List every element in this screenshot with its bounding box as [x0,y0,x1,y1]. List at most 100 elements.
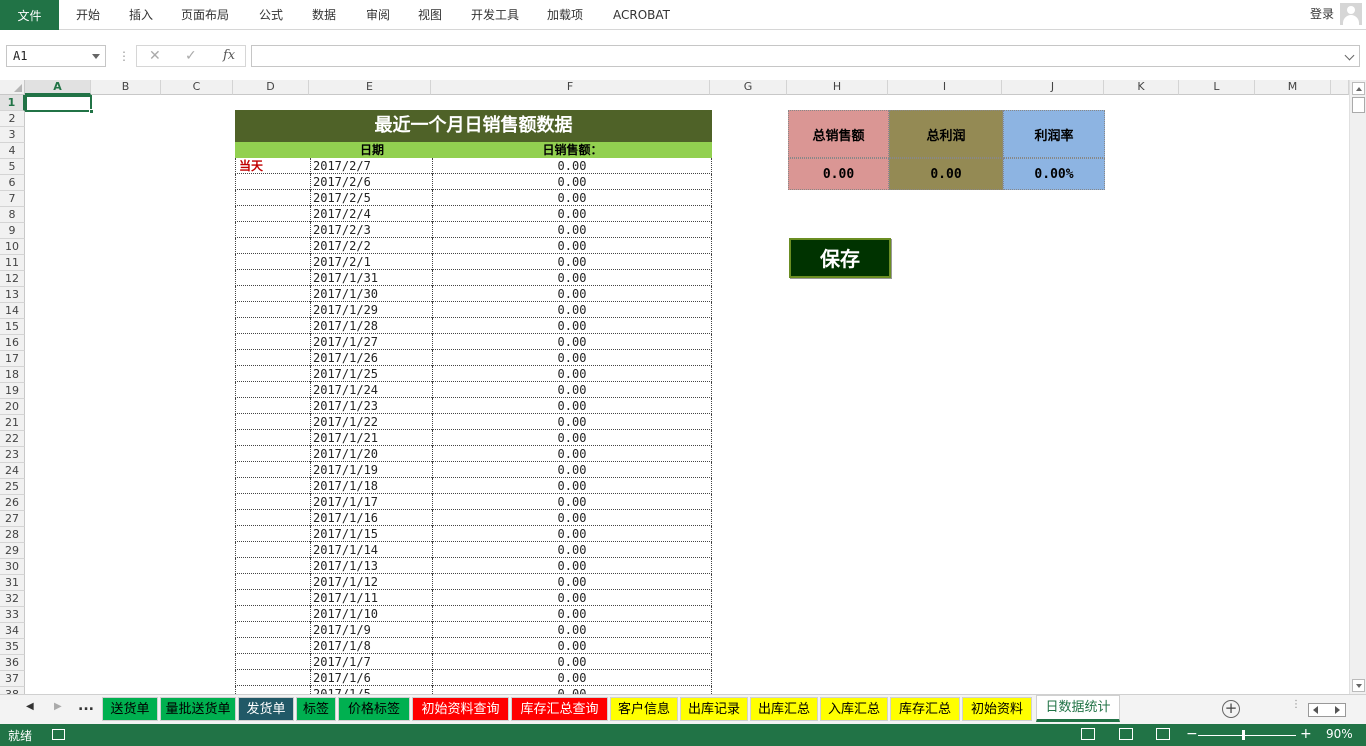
amount-cell[interactable]: 0.00 [433,382,712,398]
amount-cell[interactable]: 0.00 [433,302,712,318]
amount-cell[interactable]: 0.00 [433,526,712,542]
zoom-slider[interactable] [1198,735,1296,736]
amount-cell[interactable]: 0.00 [433,574,712,590]
row-header-11[interactable]: 11 [0,255,25,271]
amount-cell[interactable]: 0.00 [433,510,712,526]
row-header-5[interactable]: 5 [0,159,25,175]
date-cell[interactable]: 2017/1/24 [311,382,433,398]
date-cell[interactable]: 2017/1/27 [311,334,433,350]
amount-cell[interactable]: 0.00 [433,430,712,446]
select-all-corner[interactable] [0,80,25,95]
date-cell[interactable]: 2017/1/13 [311,558,433,574]
scroll-up-icon[interactable] [1352,82,1365,95]
add-sheet-icon[interactable]: + [1222,700,1240,718]
row-header-30[interactable]: 30 [0,559,25,575]
amount-cell[interactable]: 0.00 [433,622,712,638]
column-header-c[interactable]: C [161,80,233,95]
date-cell[interactable]: 2017/1/23 [311,398,433,414]
row-label-cell[interactable] [235,270,311,286]
row-header-9[interactable]: 9 [0,223,25,239]
row-header-16[interactable]: 16 [0,335,25,351]
date-cell[interactable]: 2017/1/11 [311,590,433,606]
avatar[interactable] [1340,3,1362,25]
row-header-28[interactable]: 28 [0,527,25,543]
sheet-tab[interactable]: 库存汇总查询 [511,697,608,721]
date-cell[interactable]: 2017/1/14 [311,542,433,558]
row-label-cell[interactable] [235,302,311,318]
amount-cell[interactable]: 0.00 [433,206,712,222]
row-label-cell[interactable] [235,318,311,334]
row-label-cell[interactable] [235,366,311,382]
row-label-cell[interactable] [235,334,311,350]
column-header-g[interactable]: G [710,80,787,95]
column-header-d[interactable]: D [233,80,309,95]
save-button[interactable]: 保存 [789,238,891,278]
amount-cell[interactable]: 0.00 [433,686,712,694]
date-cell[interactable]: 2017/1/16 [311,510,433,526]
row-label-cell[interactable] [235,590,311,606]
sheet-tab[interactable]: 发货单 [238,697,294,721]
amount-cell[interactable]: 0.00 [433,158,712,174]
fill-handle[interactable] [89,109,94,114]
row-label-cell[interactable] [235,174,311,190]
date-cell[interactable]: 2017/1/28 [311,318,433,334]
page-break-view-icon[interactable] [1156,728,1170,740]
row-label-cell[interactable] [235,286,311,302]
column-header-k[interactable]: K [1104,80,1179,95]
normal-view-icon[interactable] [1081,728,1095,740]
row-header-36[interactable]: 36 [0,655,25,671]
tab-addins[interactable]: 加载项 [547,0,583,30]
row-header-8[interactable]: 8 [0,207,25,223]
date-cell[interactable]: 2017/1/31 [311,270,433,286]
amount-cell[interactable]: 0.00 [433,670,712,686]
zoom-in-icon[interactable]: + [1300,726,1312,742]
confirm-icon[interactable]: ✓ [185,48,197,64]
expand-icon[interactable] [1344,50,1355,61]
row-label-cell[interactable] [235,622,311,638]
row-header-7[interactable]: 7 [0,191,25,207]
row-label-cell[interactable] [235,254,311,270]
formula-input[interactable] [251,45,1360,67]
row-header-33[interactable]: 33 [0,607,25,623]
row-label-cell[interactable] [235,526,311,542]
row-header-31[interactable]: 31 [0,575,25,591]
row-header-23[interactable]: 23 [0,447,25,463]
date-cell[interactable]: 2017/1/30 [311,286,433,302]
date-cell[interactable]: 2017/1/18 [311,478,433,494]
row-header-13[interactable]: 13 [0,287,25,303]
chevron-down-icon[interactable] [92,54,100,59]
sheet-tab[interactable]: 价格标签 [338,697,410,721]
row-header-2[interactable]: 2 [0,111,25,127]
login-link[interactable]: 登录 [1310,0,1334,28]
name-box[interactable]: A1 [6,45,106,67]
row-label-cell[interactable] [235,462,311,478]
amount-cell[interactable]: 0.00 [433,414,712,430]
row-label-cell[interactable] [235,606,311,622]
row-header-18[interactable]: 18 [0,367,25,383]
row-header-37[interactable]: 37 [0,671,25,687]
amount-cell[interactable]: 0.00 [433,478,712,494]
page-layout-view-icon[interactable] [1119,728,1133,740]
date-cell[interactable]: 2017/1/10 [311,606,433,622]
sheet-tab[interactable]: 出库汇总 [750,697,818,721]
sheet-tab[interactable]: 日数据统计 [1036,695,1120,722]
date-cell[interactable]: 2017/1/22 [311,414,433,430]
row-header-25[interactable]: 25 [0,479,25,495]
scroll-down-icon[interactable] [1352,679,1365,692]
row-label-cell[interactable] [235,638,311,654]
tab-formulas[interactable]: 公式 [259,0,283,30]
date-cell[interactable]: 2017/1/6 [311,670,433,686]
column-header-h[interactable]: H [787,80,888,95]
amount-cell[interactable]: 0.00 [433,334,712,350]
date-cell[interactable]: 2017/1/15 [311,526,433,542]
scroll-right-icon[interactable] [1335,706,1340,714]
date-cell[interactable]: 2017/1/17 [311,494,433,510]
cancel-icon[interactable]: ✕ [149,48,161,64]
amount-cell[interactable]: 0.00 [433,494,712,510]
row-label-cell[interactable] [235,398,311,414]
sheet-tab[interactable]: 量批送货单 [160,697,236,721]
date-cell[interactable]: 2017/2/6 [311,174,433,190]
tab-review[interactable]: 审阅 [366,0,390,30]
prev-sheet-icon[interactable]: ◀ [26,701,34,712]
amount-cell[interactable]: 0.00 [433,446,712,462]
